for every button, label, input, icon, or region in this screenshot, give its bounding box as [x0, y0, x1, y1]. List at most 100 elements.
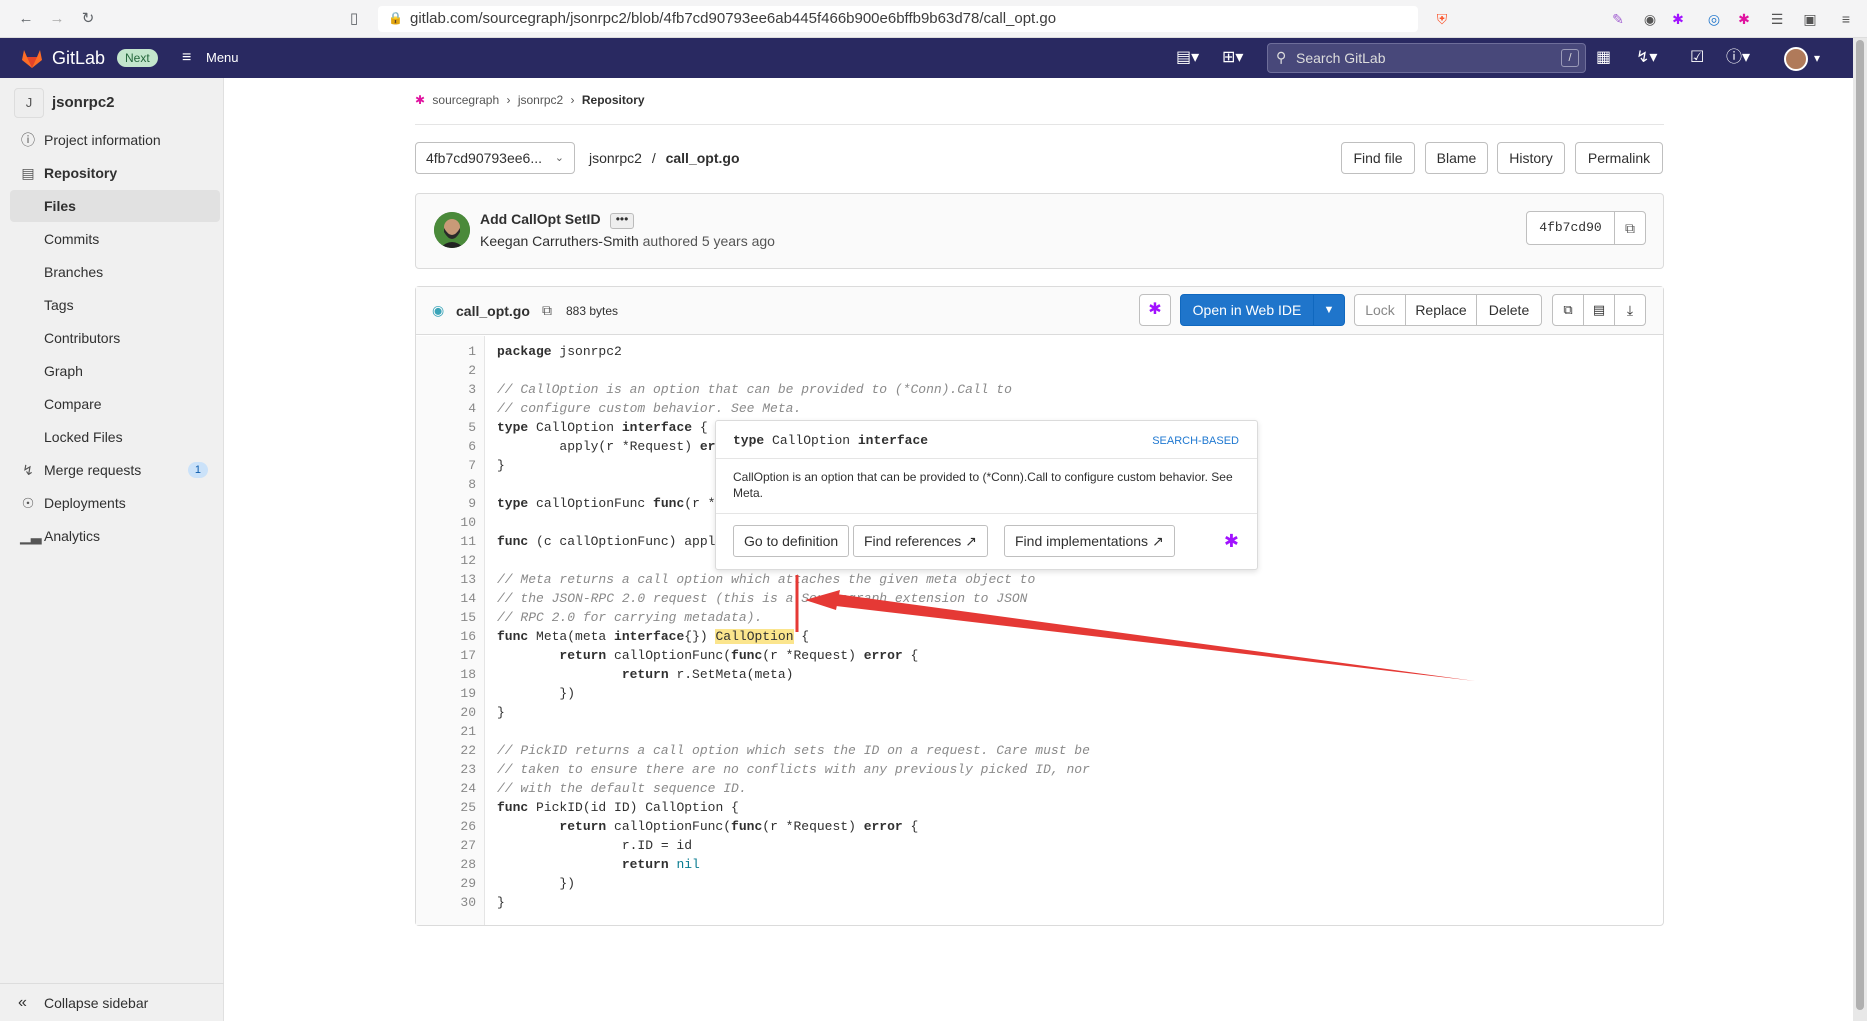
- path-file[interactable]: call_opt.go: [666, 150, 740, 166]
- line-number[interactable]: 11: [416, 532, 476, 551]
- line-number[interactable]: 2: [416, 361, 476, 380]
- line-number[interactable]: 29: [416, 874, 476, 893]
- gitlab-logo-icon[interactable]: [20, 47, 44, 69]
- line-number[interactable]: 1: [416, 342, 476, 361]
- open-raw-icon[interactable]: ▤: [1583, 294, 1615, 326]
- breadcrumb-org[interactable]: sourcegraph: [432, 93, 499, 107]
- go-to-definition-button[interactable]: Go to definition: [733, 525, 850, 557]
- line-number[interactable]: 14: [416, 589, 476, 608]
- line-number[interactable]: 23: [416, 760, 476, 779]
- menu-button[interactable]: Menu: [206, 50, 239, 65]
- sourcegraph-icon[interactable]: ✱: [1139, 294, 1171, 326]
- sidebar-item-compare[interactable]: Compare: [10, 388, 220, 420]
- sidebar-item-deployments[interactable]: ☉ Deployments: [0, 487, 224, 519]
- line-number[interactable]: 7: [416, 456, 476, 475]
- download-icon[interactable]: ⤓: [1614, 294, 1646, 326]
- chevron-down-icon[interactable]: ▾: [1814, 48, 1820, 68]
- pen-extension-icon[interactable]: ✎: [1608, 9, 1628, 29]
- user-avatar[interactable]: [1784, 47, 1808, 71]
- address-bar[interactable]: 🔒 gitlab.com/sourcegraph/jsonrpc2/blob/4…: [378, 6, 1418, 32]
- line-number[interactable]: 28: [416, 855, 476, 874]
- hovered-token[interactable]: CallOption: [715, 629, 794, 644]
- line-number[interactable]: 18: [416, 665, 476, 684]
- commit-title[interactable]: Add CallOpt SetID: [480, 211, 601, 227]
- history-button[interactable]: History: [1497, 142, 1565, 174]
- toggle-commit-description-button[interactable]: •••: [610, 213, 634, 229]
- permalink-button[interactable]: Permalink: [1575, 142, 1663, 174]
- line-number[interactable]: 26: [416, 817, 476, 836]
- extension-icon[interactable]: ◎: [1704, 9, 1724, 29]
- sourcegraph-icon[interactable]: ✱: [1224, 531, 1239, 552]
- line-number[interactable]: 17: [416, 646, 476, 665]
- commit-author[interactable]: Keegan Carruthers-Smith: [480, 233, 639, 249]
- forward-icon[interactable]: →: [47, 9, 67, 29]
- page-scrollbar[interactable]: [1853, 38, 1867, 1021]
- breadcrumb-project[interactable]: jsonrpc2: [518, 93, 563, 107]
- sidebar-item-project-information[interactable]: ⓘ Project information: [0, 124, 224, 156]
- line-number[interactable]: 3: [416, 380, 476, 399]
- sidebar-item-tags[interactable]: Tags: [10, 289, 220, 321]
- line-number[interactable]: 10: [416, 513, 476, 532]
- find-references-button[interactable]: Find references ↗: [853, 525, 988, 557]
- web-ide-dropdown-chevron-icon[interactable]: ▼: [1313, 294, 1345, 326]
- line-number[interactable]: 30: [416, 893, 476, 912]
- line-number[interactable]: 19: [416, 684, 476, 703]
- line-number[interactable]: 13: [416, 570, 476, 589]
- line-number[interactable]: 15: [416, 608, 476, 627]
- wallet-icon[interactable]: ▣: [1800, 9, 1820, 29]
- sidebar-item-merge-requests[interactable]: ↯ Merge requests 1: [0, 454, 224, 486]
- line-number[interactable]: 6: [416, 437, 476, 456]
- puzzle-icon[interactable]: ☰: [1767, 9, 1787, 29]
- line-number[interactable]: 21: [416, 722, 476, 741]
- help-icon[interactable]: ⓘ▾: [1726, 48, 1750, 68]
- line-number[interactable]: 20: [416, 703, 476, 722]
- blame-button[interactable]: Blame: [1425, 142, 1488, 174]
- find-implementations-button[interactable]: Find implementations ↗: [1004, 525, 1175, 557]
- find-file-button[interactable]: Find file: [1341, 142, 1415, 174]
- line-number[interactable]: 4: [416, 399, 476, 418]
- ref-switcher-dropdown[interactable]: 4fb7cd90793ee6... ⌄: [415, 142, 575, 174]
- copy-sha-icon[interactable]: ⧉: [1614, 211, 1646, 245]
- sidebar-item-contributors[interactable]: Contributors: [10, 322, 220, 354]
- line-number[interactable]: 12: [416, 551, 476, 570]
- sidebar-item-locked-files[interactable]: Locked Files: [10, 421, 220, 453]
- lock-button[interactable]: Lock: [1354, 294, 1406, 326]
- sidebar-item-repository[interactable]: ▤ Repository: [0, 157, 224, 189]
- line-number[interactable]: 27: [416, 836, 476, 855]
- line-number[interactable]: 22: [416, 741, 476, 760]
- sidebar-item-analytics[interactable]: ▁▃ Analytics: [0, 520, 224, 552]
- collapse-sidebar-button[interactable]: « Collapse sidebar: [0, 983, 224, 1021]
- copy-contents-icon[interactable]: ⧉: [1552, 294, 1584, 326]
- line-number[interactable]: 9: [416, 494, 476, 513]
- brand-name[interactable]: GitLab: [52, 48, 105, 69]
- delete-button[interactable]: Delete: [1476, 294, 1542, 326]
- line-number[interactable]: 24: [416, 779, 476, 798]
- issues-icon[interactable]: ▦: [1596, 48, 1611, 68]
- path-root-link[interactable]: jsonrpc2: [589, 150, 642, 166]
- sidebar-item-commits[interactable]: Commits: [10, 223, 220, 255]
- commit-sha[interactable]: 4fb7cd90: [1526, 211, 1615, 245]
- sidebar-item-files[interactable]: Files: [10, 190, 220, 222]
- line-number[interactable]: 8: [416, 475, 476, 494]
- sourcegraph-extension-icon[interactable]: ✱: [1734, 9, 1754, 29]
- copy-file-path-icon[interactable]: ⧉: [542, 302, 552, 319]
- breadcrumb-current[interactable]: Repository: [582, 93, 645, 107]
- back-icon[interactable]: ←: [16, 9, 36, 29]
- extension-icon[interactable]: ◉: [1640, 9, 1660, 29]
- merge-request-icon[interactable]: ↯▾: [1636, 48, 1657, 68]
- line-number[interactable]: 16: [416, 627, 476, 646]
- open-in-web-ide-button[interactable]: Open in Web IDE: [1180, 294, 1314, 326]
- hamburger-icon[interactable]: ≡: [182, 48, 191, 68]
- terminal-icon[interactable]: ▤▾: [1176, 48, 1199, 68]
- scrollbar-thumb[interactable]: [1856, 40, 1864, 1010]
- brave-shield-icon[interactable]: ⛨: [1432, 9, 1452, 29]
- line-number[interactable]: 25: [416, 798, 476, 817]
- sidebar-item-branches[interactable]: Branches: [10, 256, 220, 288]
- bookmark-icon[interactable]: ▯: [344, 9, 364, 29]
- sidebar-item-graph[interactable]: Graph: [10, 355, 220, 387]
- author-avatar[interactable]: [434, 212, 470, 248]
- line-number[interactable]: 5: [416, 418, 476, 437]
- create-new-icon[interactable]: ⊞▾: [1222, 48, 1243, 68]
- replace-button[interactable]: Replace: [1405, 294, 1477, 326]
- browser-menu-icon[interactable]: ≡: [1836, 9, 1856, 29]
